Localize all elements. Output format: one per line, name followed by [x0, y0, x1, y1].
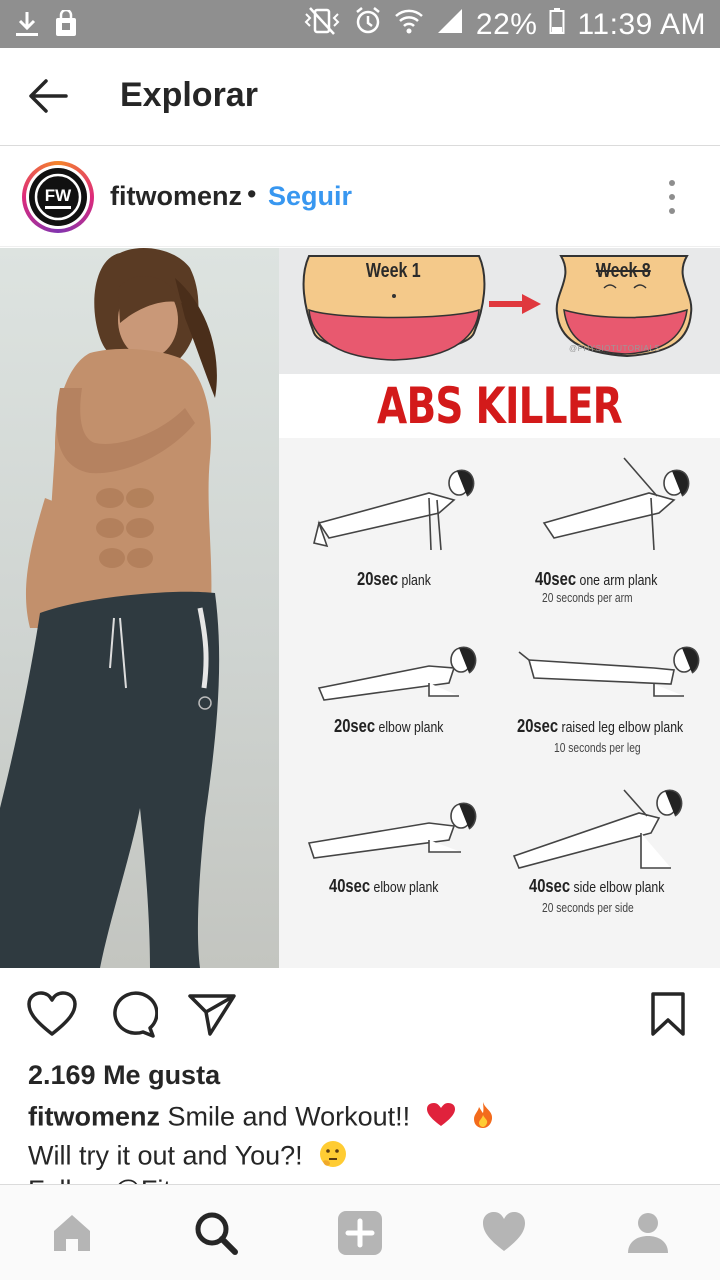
exercise-label-5: 40sec elbow plank — [329, 876, 439, 896]
fw-logo-icon: FW — [29, 168, 87, 226]
likes-count[interactable]: 2.169 Me gusta — [28, 1060, 220, 1091]
figure-plank — [313, 469, 475, 551]
watermark: @PHYSIOTUTORIALS — [569, 344, 661, 353]
photo-woman — [0, 248, 279, 968]
exercise-label-2: 40sec one arm plank — [535, 569, 658, 589]
figure-side-elbow-plank — [512, 789, 683, 869]
profile-icon[interactable] — [624, 1209, 672, 1257]
exercise-label-3: 20sec elbow plank — [334, 716, 444, 736]
bookmark-icon[interactable] — [648, 990, 688, 1038]
more-vertical-icon[interactable] — [660, 177, 684, 217]
post-username[interactable]: fitwomenz — [110, 181, 242, 212]
download-icon — [14, 10, 40, 43]
add-icon[interactable] — [336, 1209, 384, 1257]
exercise-label-4: 20sec raised leg elbow plank — [517, 716, 684, 736]
post-image[interactable]: Week 1 Week 8 @PHYSIOTUTORIALS ABS KILLE… — [0, 248, 720, 968]
home-icon[interactable] — [48, 1209, 96, 1257]
heart-icon[interactable] — [480, 1209, 528, 1257]
avatar-text: FW — [45, 186, 72, 205]
exercise-note-2: 20 seconds per arm — [542, 591, 633, 605]
figure-elbow-plank — [317, 646, 477, 701]
red-heart-emoji-icon — [426, 1102, 456, 1135]
caption-username[interactable]: fitwomenz — [28, 1102, 160, 1132]
status-bar: 22% 11:39 AM — [0, 0, 720, 48]
week-8-label: Week 8 — [595, 260, 651, 282]
bag-icon — [54, 8, 78, 43]
avatar[interactable]: FW — [22, 161, 94, 233]
caption-text: Smile and Workout!! — [167, 1101, 411, 1132]
post-header: FW fitwomenz • Seguir — [0, 147, 720, 247]
app-bar: Explorar — [0, 48, 720, 146]
fire-emoji-icon — [471, 1101, 495, 1136]
share-icon[interactable] — [186, 990, 238, 1038]
week-1-label: Week 1 — [365, 260, 421, 282]
wifi-icon — [394, 7, 424, 43]
alarm-icon — [354, 6, 382, 44]
week-comparison: Week 1 Week 8 @PHYSIOTUTORIALS — [279, 248, 720, 374]
heart-icon[interactable] — [26, 990, 78, 1038]
comment-icon[interactable] — [106, 990, 159, 1038]
infographic-title: ABS KILLER — [377, 377, 623, 435]
thinking-face-emoji-icon — [318, 1139, 348, 1176]
caption-line-2: Will try it out and You?! — [28, 1139, 348, 1176]
figure-one-arm-plank — [542, 457, 690, 551]
exercise-label-1: 20sec plank — [357, 569, 431, 589]
page-title: Explorar — [120, 76, 258, 114]
separator-dot: • — [247, 179, 257, 209]
exercise-label-6: 40sec side elbow plank — [529, 876, 665, 896]
battery-icon — [549, 7, 565, 43]
caption-line-1: fitwomenz Smile and Workout!! — [28, 1101, 495, 1136]
exercise-note-4: 10 seconds per leg — [554, 741, 641, 755]
battery-percent: 22% — [475, 8, 538, 41]
bottom-nav — [0, 1184, 720, 1280]
abs-killer-infographic: Week 1 Week 8 @PHYSIOTUTORIALS ABS KILLE… — [279, 248, 720, 968]
post-actions — [0, 970, 720, 1054]
signal-icon — [436, 7, 464, 43]
exercise-note-6: 20 seconds per side — [542, 901, 634, 915]
caption-line-2-text: Will try it out and You?! — [28, 1140, 303, 1171]
figure-elbow-plank-2 — [307, 802, 477, 859]
figure-raised-leg-plank — [518, 646, 700, 697]
follow-button[interactable]: Seguir — [268, 181, 352, 212]
vibrate-icon — [302, 6, 342, 44]
arrow-left-icon[interactable] — [26, 76, 70, 116]
clock: 11:39 AM — [577, 8, 706, 41]
search-icon[interactable] — [192, 1209, 240, 1257]
